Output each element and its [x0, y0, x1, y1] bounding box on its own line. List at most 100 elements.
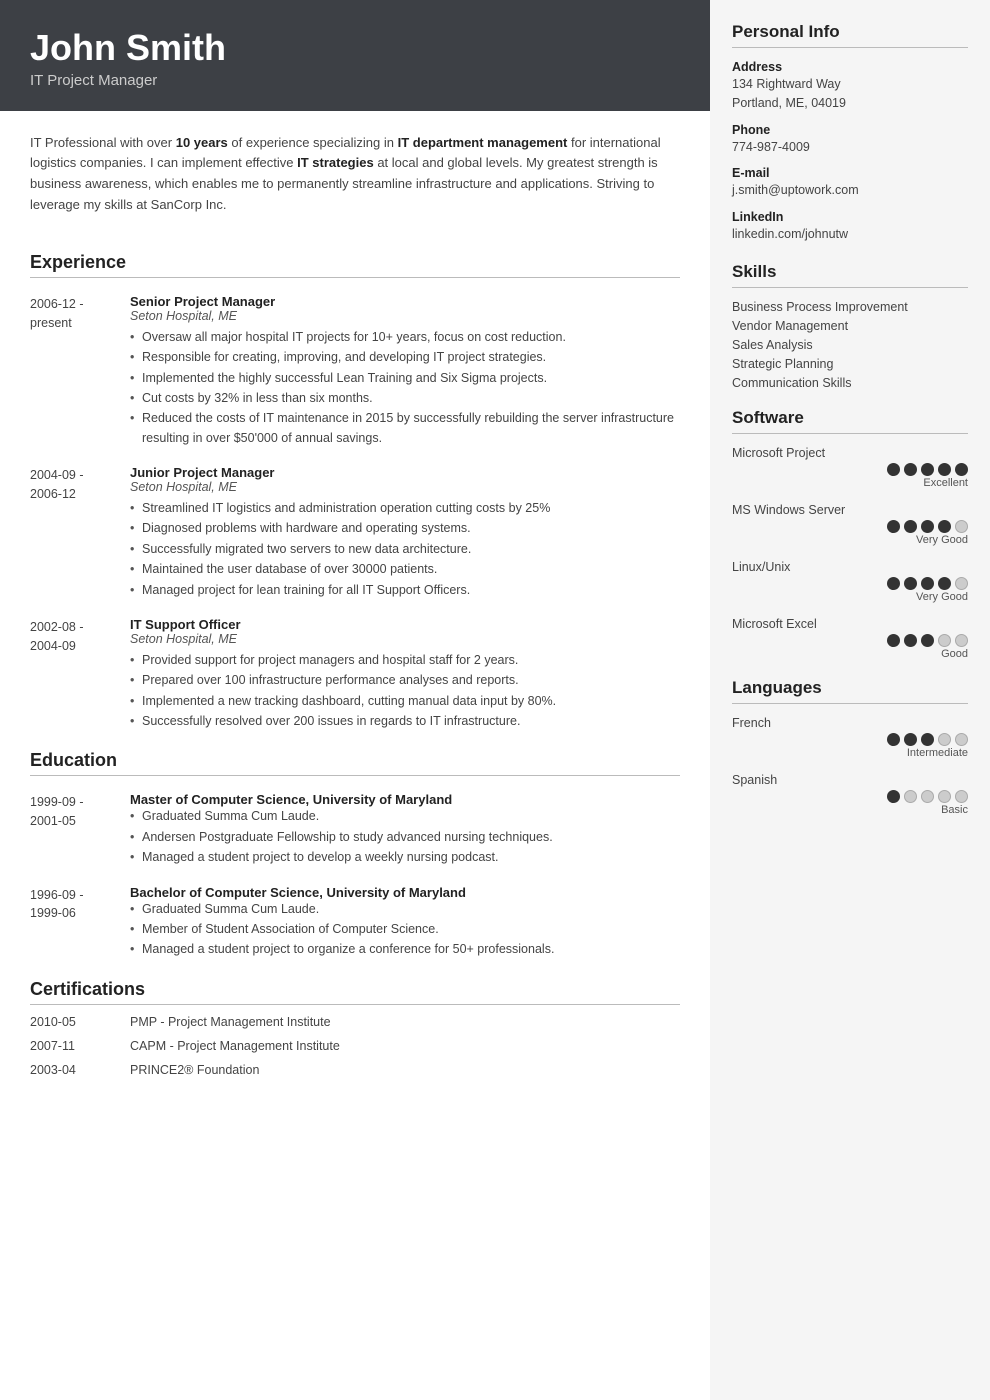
education-entry: 1996-09 -1999-06Bachelor of Computer Sci…	[30, 885, 680, 961]
phone-value: 774-987-4009	[732, 138, 968, 157]
cert-date: 2007-11	[30, 1039, 130, 1053]
languages-list: FrenchIntermediate Spanish Basic	[732, 716, 968, 816]
dots-row	[732, 520, 968, 533]
empty-dot	[904, 790, 917, 803]
empty-dot	[938, 733, 951, 746]
left-column: John Smith IT Project Manager IT Profess…	[0, 0, 710, 1400]
software-name: MS Windows Server	[732, 503, 968, 517]
list-item: Cut costs by 32% in less than six months…	[130, 389, 680, 408]
entry-bullets: Graduated Summa Cum Laude.Andersen Postg…	[130, 807, 680, 867]
software-item: Microsoft ProjectExcellent	[732, 446, 968, 489]
language-name: Spanish	[732, 773, 968, 787]
language-item: Spanish Basic	[732, 773, 968, 816]
list-item: Member of Student Association of Compute…	[130, 920, 680, 939]
languages-heading: Languages	[732, 678, 968, 704]
filled-dot	[887, 577, 900, 590]
filled-dot	[938, 520, 951, 533]
phone-block: Phone 774-987-4009	[732, 123, 968, 157]
skill-item: Strategic Planning	[732, 357, 968, 371]
filled-dot	[921, 634, 934, 647]
empty-dot	[955, 790, 968, 803]
empty-dot	[955, 520, 968, 533]
cert-entry: 2007-11CAPM - Project Management Institu…	[30, 1039, 680, 1053]
entry-dates: 1999-09 -2001-05	[30, 792, 130, 868]
linkedin-block: LinkedIn linkedin.com/johnutw	[732, 210, 968, 244]
list-item: Oversaw all major hospital IT projects f…	[130, 328, 680, 347]
entry-dates: 1996-09 -1999-06	[30, 885, 130, 961]
software-heading: Software	[732, 408, 968, 434]
list-item: Reduced the costs of IT maintenance in 2…	[130, 409, 680, 448]
list-item: Successfully migrated two servers to new…	[130, 540, 680, 559]
filled-dot	[921, 463, 934, 476]
entry-dates: 2006-12 -present	[30, 294, 130, 449]
list-item: Diagnosed problems with hardware and ope…	[130, 519, 680, 538]
list-item: Prepared over 100 infrastructure perform…	[130, 671, 680, 690]
empty-dot	[938, 790, 951, 803]
empty-dot	[938, 634, 951, 647]
filled-dot	[904, 733, 917, 746]
header-name: John Smith	[30, 28, 680, 68]
entry-company: Seton Hospital, ME	[130, 480, 680, 494]
skill-level-label: Good	[732, 648, 968, 660]
entry-dates: 2004-09 -2006-12	[30, 465, 130, 601]
cert-date: 2003-04	[30, 1063, 130, 1077]
list-item: Managed project for lean training for al…	[130, 581, 680, 600]
education-entry: 1999-09 -2001-05Master of Computer Scien…	[30, 792, 680, 868]
filled-dot	[921, 733, 934, 746]
cert-name: PRINCE2® Foundation	[130, 1063, 259, 1077]
dots-row	[732, 634, 968, 647]
skill-item: Sales Analysis	[732, 338, 968, 352]
filled-dot	[887, 790, 900, 803]
experience-entry: 2002-08 -2004-09IT Support OfficerSeton …	[30, 617, 680, 733]
entry-title: IT Support Officer	[130, 617, 680, 632]
software-item: Linux/Unix Very Good	[732, 560, 968, 603]
certifications-heading: Certifications	[30, 979, 680, 1005]
address-block: Address 134 Rightward WayPortland, ME, 0…	[732, 60, 968, 113]
experience-entry: 2006-12 -presentSenior Project ManagerSe…	[30, 294, 680, 449]
education-heading: Education	[30, 750, 680, 776]
filled-dot	[904, 463, 917, 476]
filled-dot	[938, 577, 951, 590]
software-name: Microsoft Excel	[732, 617, 968, 631]
list-item: Andersen Postgraduate Fellowship to stud…	[130, 828, 680, 847]
language-item: FrenchIntermediate	[732, 716, 968, 759]
filled-dot	[887, 634, 900, 647]
language-name: French	[732, 716, 968, 730]
experience-list: 2006-12 -presentSenior Project ManagerSe…	[30, 294, 680, 733]
entry-title: Master of Computer Science, University o…	[130, 792, 680, 807]
filled-dot	[887, 520, 900, 533]
software-item: MS Windows ServerVery Good	[732, 503, 968, 546]
filled-dot	[955, 463, 968, 476]
skill-item: Communication Skills	[732, 376, 968, 390]
summary-section: IT Professional with over 10 years of ex…	[30, 111, 680, 234]
personal-info-heading: Personal Info	[732, 22, 968, 48]
skill-level-label: Very Good	[732, 591, 968, 603]
email-value: j.smith@uptowork.com	[732, 181, 968, 200]
software-name: Linux/Unix	[732, 560, 968, 574]
skill-item: Vendor Management	[732, 319, 968, 333]
entry-title: Bachelor of Computer Science, University…	[130, 885, 680, 900]
list-item: Managed a student project to develop a w…	[130, 848, 680, 867]
linkedin-label: LinkedIn	[732, 210, 968, 224]
entry-dates: 2002-08 -2004-09	[30, 617, 130, 733]
empty-dot	[955, 733, 968, 746]
list-item: Implemented the highly successful Lean T…	[130, 369, 680, 388]
software-item: Microsoft Excel Good	[732, 617, 968, 660]
cert-entry: 2003-04PRINCE2® Foundation	[30, 1063, 680, 1077]
list-item: Maintained the user database of over 300…	[130, 560, 680, 579]
list-item: Successfully resolved over 200 issues in…	[130, 712, 680, 731]
cert-date: 2010-05	[30, 1015, 130, 1029]
list-item: Responsible for creating, improving, and…	[130, 348, 680, 367]
language-level-label: Basic	[732, 804, 968, 816]
filled-dot	[921, 520, 934, 533]
list-item: Managed a student project to organize a …	[130, 940, 680, 959]
entry-bullets: Graduated Summa Cum Laude.Member of Stud…	[130, 900, 680, 960]
entry-bullets: Provided support for project managers an…	[130, 651, 680, 732]
dots-row	[732, 463, 968, 476]
skill-level-label: Excellent	[732, 477, 968, 489]
software-list: Microsoft ProjectExcellent MS Windows Ser…	[732, 446, 968, 660]
skills-list: Business Process ImprovementVendor Manag…	[732, 300, 968, 390]
cert-entry: 2010-05PMP - Project Management Institut…	[30, 1015, 680, 1029]
education-list: 1999-09 -2001-05Master of Computer Scien…	[30, 792, 680, 960]
dots-row	[732, 790, 968, 803]
